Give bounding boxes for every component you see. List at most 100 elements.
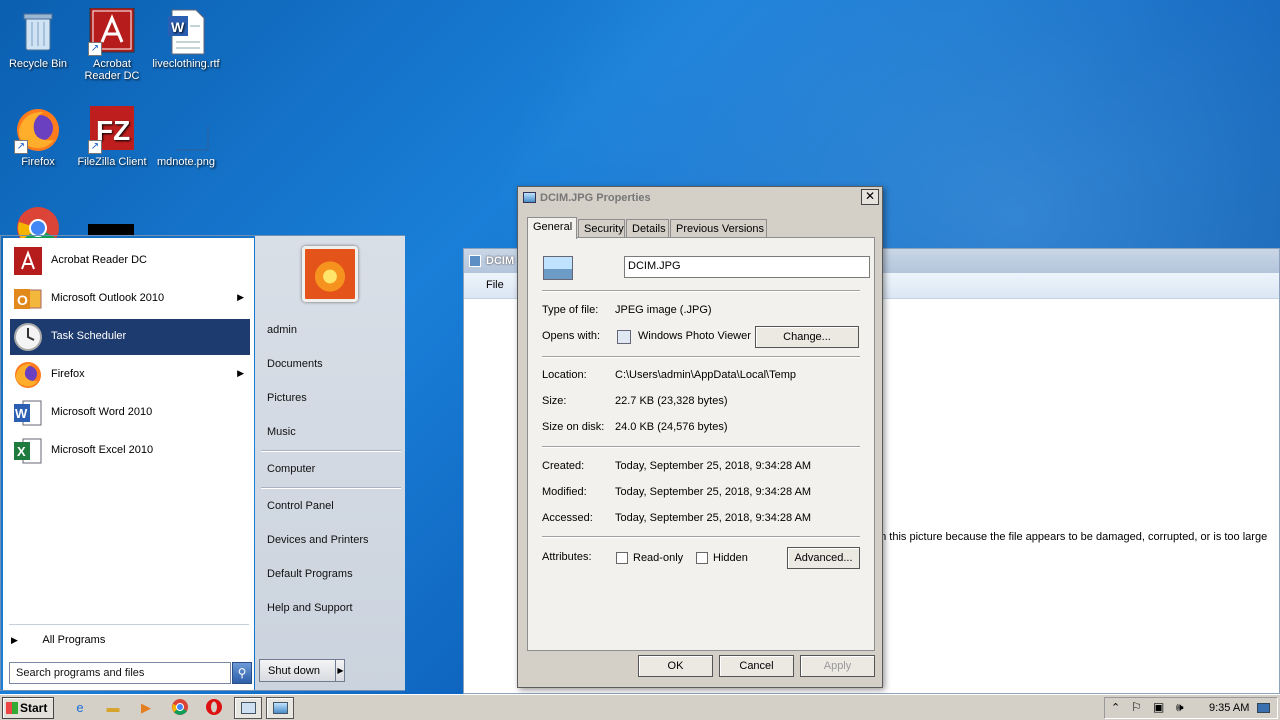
filename-input[interactable]: DCIM.JPG bbox=[624, 256, 870, 278]
start-link-control-panel[interactable]: Control Panel bbox=[267, 500, 334, 512]
window-icon bbox=[241, 702, 256, 714]
image-file-icon bbox=[273, 702, 288, 714]
desktop-icon-recycle-bin[interactable]: Recycle Bin bbox=[0, 8, 76, 70]
close-button[interactable]: ✕ bbox=[861, 189, 879, 205]
cancel-button[interactable]: Cancel bbox=[719, 655, 794, 677]
submenu-arrow-icon: ▶ bbox=[237, 292, 244, 302]
created-label: Created: bbox=[542, 460, 585, 472]
dialog-titlebar[interactable]: DCIM.JPG Properties ✕ bbox=[518, 187, 882, 209]
user-avatar[interactable] bbox=[302, 246, 358, 302]
size-on-disk-value: 24.0 KB (24,576 bytes) bbox=[615, 421, 728, 433]
shutdown-button[interactable]: Shut down ▶ bbox=[259, 659, 345, 682]
shortcut-arrow-icon: ↗ bbox=[88, 140, 102, 154]
svg-text:X: X bbox=[17, 444, 26, 459]
volume-icon[interactable]: 🕪 bbox=[1176, 700, 1184, 715]
type-value: JPEG image (.JPG) bbox=[615, 304, 712, 316]
advanced-button[interactable]: Advanced... bbox=[787, 547, 860, 569]
tab-details[interactable]: Details bbox=[626, 219, 669, 238]
search-icon[interactable]: ⚲ bbox=[232, 662, 252, 684]
start-link-documents[interactable]: Documents bbox=[267, 358, 323, 370]
outlook-icon: O bbox=[13, 284, 43, 314]
word-icon: W bbox=[13, 398, 43, 428]
separator bbox=[542, 536, 860, 538]
tab-general[interactable]: General bbox=[527, 217, 577, 239]
readonly-checkbox[interactable] bbox=[616, 552, 628, 564]
media-player-icon[interactable]: ▶ bbox=[136, 698, 156, 718]
desktop-icon-acrobat[interactable]: ↗ Acrobat Reader DC bbox=[74, 7, 150, 82]
chevron-right-icon[interactable]: ▶ bbox=[335, 660, 345, 681]
desktop-icon-firefox[interactable]: ↗ Firefox bbox=[0, 106, 76, 168]
start-search-input[interactable]: Search programs and files bbox=[9, 662, 231, 684]
hidden-checkbox[interactable] bbox=[696, 552, 708, 564]
start-item-excel[interactable]: X Microsoft Excel 2010 bbox=[10, 433, 250, 469]
show-desktop-icon[interactable] bbox=[1257, 703, 1270, 713]
start-label: Start bbox=[20, 701, 48, 715]
submenu-arrow-icon: ▶ bbox=[237, 368, 244, 378]
desktop-icon-liveclothing[interactable]: W liveclothing.rtf bbox=[148, 8, 224, 70]
start-item-word[interactable]: W Microsoft Word 2010 bbox=[10, 395, 250, 431]
attributes-label: Attributes: bbox=[542, 551, 592, 563]
size-label: Size: bbox=[542, 395, 567, 407]
properties-dialog[interactable]: DCIM.JPG Properties ✕ General Security D… bbox=[517, 186, 883, 688]
start-item-label: Microsoft Word 2010 bbox=[51, 406, 153, 418]
general-tab-panel: DCIM.JPG Type of file: JPEG image (.JPG)… bbox=[527, 237, 875, 651]
network-icon[interactable]: ▣ bbox=[1153, 700, 1164, 714]
start-item-label: Task Scheduler bbox=[51, 330, 127, 342]
separator bbox=[261, 487, 401, 489]
start-link-music[interactable]: Music bbox=[267, 426, 296, 438]
clock[interactable]: 9:35 AM bbox=[1209, 702, 1249, 714]
separator bbox=[261, 450, 401, 452]
image-file-icon bbox=[523, 192, 536, 203]
start-link-pictures[interactable]: Pictures bbox=[267, 392, 307, 404]
tab-previous-versions[interactable]: Previous Versions bbox=[670, 219, 767, 238]
shortcut-arrow-icon: ↗ bbox=[14, 140, 28, 154]
type-label: Type of file: bbox=[542, 304, 599, 316]
firefox-icon bbox=[13, 360, 43, 390]
file-type-icon bbox=[543, 256, 573, 280]
chrome-icon[interactable] bbox=[170, 698, 190, 718]
acrobat-icon bbox=[13, 246, 43, 276]
all-programs-button[interactable]: ▶ All Programs bbox=[11, 634, 105, 646]
anyrun-watermark: ANY RUN bbox=[1036, 611, 1268, 664]
start-item-firefox[interactable]: Firefox ▶ bbox=[10, 357, 250, 393]
start-link-computer[interactable]: Computer bbox=[267, 463, 315, 475]
ie-icon[interactable]: e bbox=[70, 698, 90, 718]
taskbar: Start e ▬ ▶ ⌃ ⚐ ▣ 🕪 9:35 AM bbox=[0, 694, 1280, 720]
ok-button[interactable]: OK bbox=[638, 655, 713, 677]
separator bbox=[542, 356, 860, 358]
start-link-admin[interactable]: admin bbox=[267, 324, 297, 336]
tab-security[interactable]: Security bbox=[578, 219, 625, 238]
show-hidden-icons-icon[interactable]: ⌃ bbox=[1111, 701, 1120, 714]
desktop-icon-filezilla[interactable]: FZ ↗ FileZilla Client bbox=[74, 106, 150, 168]
opera-icon[interactable] bbox=[204, 698, 224, 718]
taskbar-window-button[interactable] bbox=[234, 697, 262, 719]
desktop-icon-label: liveclothing.rtf bbox=[152, 58, 220, 70]
desktop-icon-mdnote[interactable]: mdnote.png bbox=[148, 106, 224, 168]
word-document-icon: W bbox=[162, 8, 210, 56]
action-center-flag-icon[interactable]: ⚐ bbox=[1131, 700, 1142, 714]
start-button[interactable]: Start bbox=[2, 697, 54, 719]
change-button[interactable]: Change... bbox=[755, 326, 859, 348]
start-item-outlook[interactable]: O Microsoft Outlook 2010 ▶ bbox=[10, 281, 250, 317]
start-link-devices-printers[interactable]: Devices and Printers bbox=[267, 534, 369, 546]
apply-button[interactable]: Apply bbox=[800, 655, 875, 677]
start-item-acrobat[interactable]: Acrobat Reader DC bbox=[10, 243, 250, 279]
desktop-icon-label: Acrobat Reader DC bbox=[84, 58, 140, 82]
recycle-bin-icon bbox=[14, 8, 62, 56]
size-on-disk-label: Size on disk: bbox=[542, 421, 605, 433]
separator bbox=[9, 624, 249, 625]
menu-file[interactable]: File bbox=[486, 279, 504, 291]
svg-text:O: O bbox=[17, 292, 28, 308]
filezilla-icon: FZ ↗ bbox=[88, 106, 136, 154]
photo-viewer-error-message: en this picture because the file appears… bbox=[874, 531, 1268, 543]
taskbar-properties-button[interactable] bbox=[266, 697, 294, 719]
folder-icon[interactable]: ▬ bbox=[103, 698, 123, 718]
accessed-value: Today, September 25, 2018, 9:34:28 AM bbox=[615, 512, 812, 524]
start-link-default-programs[interactable]: Default Programs bbox=[267, 568, 353, 580]
system-tray: ⌃ ⚐ ▣ 🕪 9:35 AM bbox=[1104, 697, 1278, 719]
start-item-task-scheduler[interactable]: Task Scheduler bbox=[10, 319, 250, 355]
start-link-help-support[interactable]: Help and Support bbox=[267, 602, 353, 614]
readonly-label: Read-only bbox=[633, 552, 684, 564]
accessed-label: Accessed: bbox=[542, 512, 593, 524]
start-item-label: Acrobat Reader DC bbox=[51, 254, 147, 266]
